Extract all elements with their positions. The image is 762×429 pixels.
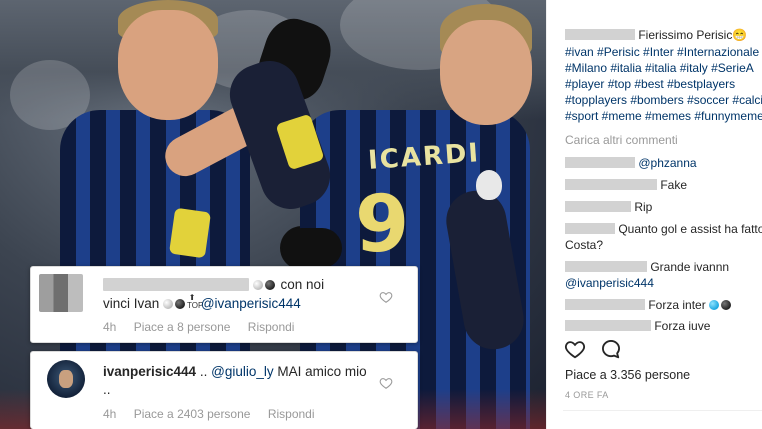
mention-link[interactable]: @ivanperisic444 [201, 296, 301, 311]
comment-text: Fake [660, 178, 688, 192]
avatar[interactable] [47, 360, 85, 398]
redacted-username[interactable] [565, 299, 645, 310]
mention-link[interactable]: @giulio_ly [211, 364, 273, 379]
redacted-username[interactable] [565, 157, 635, 168]
comment-mention[interactable]: @ivanperisic444 [565, 275, 654, 291]
player-right-head [440, 20, 532, 125]
caption-text: Fierissimo Perisic😁 [638, 28, 748, 42]
hashtag-line[interactable]: #sport #meme #memes #funnymemes [565, 108, 762, 124]
shirt-number: 9 [355, 180, 410, 270]
overlay-comment: ivanperisic444 .. @giulio_ly MAI amico m… [30, 351, 418, 429]
sidebar-comment: Grande ivannn [565, 259, 729, 275]
divider [563, 410, 762, 411]
caption: Fierissimo Perisic😁 [565, 27, 747, 43]
heart-icon[interactable] [564, 338, 586, 360]
comment-text: Quanto gol e assist ha fatto [618, 222, 762, 236]
comment-text-line2: vinci Ivan [103, 296, 160, 311]
comment-text: Grande ivannn [650, 260, 730, 274]
heart-outline-icon[interactable] [379, 376, 393, 390]
sidebar-comment-line2: Costa? [565, 238, 604, 252]
sidebar-comment: Forza inter [565, 297, 733, 313]
heart-outline-icon[interactable] [379, 290, 393, 304]
sidebar-comment: Forza iuve [565, 318, 710, 334]
redacted-username[interactable] [565, 179, 657, 190]
comment-prefix: .. [199, 364, 208, 379]
sidebar-comment: Quanto gol e assist ha fatto [565, 221, 762, 237]
comment-bubble-icon[interactable] [600, 338, 622, 360]
black-circle-emoji-icon [175, 299, 186, 309]
top-arrow-emoji-icon: ⬆ TOP [187, 293, 204, 310]
comment-likes[interactable]: Piace a 8 persone [134, 320, 231, 334]
load-more-comments[interactable]: Carica altri commenti [565, 132, 678, 148]
comment-text: Forza iuve [654, 319, 711, 333]
comment-mention[interactable]: @phzanna [638, 156, 696, 170]
comment-meta: 4h Piace a 2403 persone Rispondi [103, 407, 329, 421]
comment-body: con noi vinci Ivan ⬆ TOP @ivanperisic444 [103, 276, 377, 313]
comment-meta: 4h Piace a 8 persone Rispondi [103, 320, 308, 334]
hashtag-line[interactable]: #ivan #Perisic #Inter #Internazionale [565, 44, 759, 60]
comment-username[interactable]: ivanperisic444 [103, 364, 196, 379]
comment-text: con noi [280, 277, 325, 292]
serie-a-badge [476, 170, 502, 200]
black-circle-emoji-icon [264, 280, 275, 290]
redacted-username[interactable] [565, 223, 615, 234]
player-right-glove [282, 228, 342, 268]
comment-text: Rip [634, 200, 653, 214]
post-photo: ICARDI 9 con noi vinci Ivan ⬆ TOP @ivanpe… [0, 0, 546, 429]
sidebar-comment: @phzanna [565, 155, 697, 171]
reply-button[interactable]: Rispondi [268, 407, 315, 421]
redacted-username[interactable] [565, 320, 651, 331]
avatar[interactable] [39, 274, 83, 312]
comment-likes[interactable]: Piace a 2403 persone [134, 407, 251, 421]
blue-circle-emoji-icon [709, 300, 720, 310]
hashtag-line[interactable]: #Milano #italia #italia #italy #SerieA [565, 60, 754, 76]
overlay-comment: con noi vinci Ivan ⬆ TOP @ivanperisic444 … [30, 266, 418, 343]
sidebar-comment: Fake [565, 177, 687, 193]
post-likes-count[interactable]: Piace a 3.356 persone [565, 368, 690, 382]
white-circle-emoji-icon [163, 299, 174, 309]
post-timestamp: 4 ORE FA [565, 390, 609, 400]
redacted-username[interactable] [565, 261, 647, 272]
white-circle-emoji-icon [252, 280, 263, 290]
reply-button[interactable]: Rispondi [248, 320, 295, 334]
comments-sidebar: Fierissimo Perisic😁 #ivan #Perisic #Inte… [546, 0, 762, 429]
comment-text: Forza inter [648, 298, 706, 312]
comment-time: 4h [103, 320, 117, 334]
comment-time: 4h [103, 407, 117, 421]
comment-body: ivanperisic444 .. @giulio_ly MAI amico m… [103, 363, 377, 399]
player-left-head [118, 10, 218, 120]
redacted-username[interactable] [103, 278, 249, 291]
redacted-username[interactable] [565, 201, 631, 212]
black-circle-emoji-icon [721, 300, 732, 310]
captain-armband [168, 207, 212, 259]
redacted-username[interactable] [565, 29, 635, 40]
sidebar-comment: Rip [565, 199, 652, 215]
hashtag-line[interactable]: #topplayers #bombers #soccer #calcio [565, 92, 762, 108]
hashtag-line[interactable]: #player #top #best #bestplayers [565, 76, 735, 92]
